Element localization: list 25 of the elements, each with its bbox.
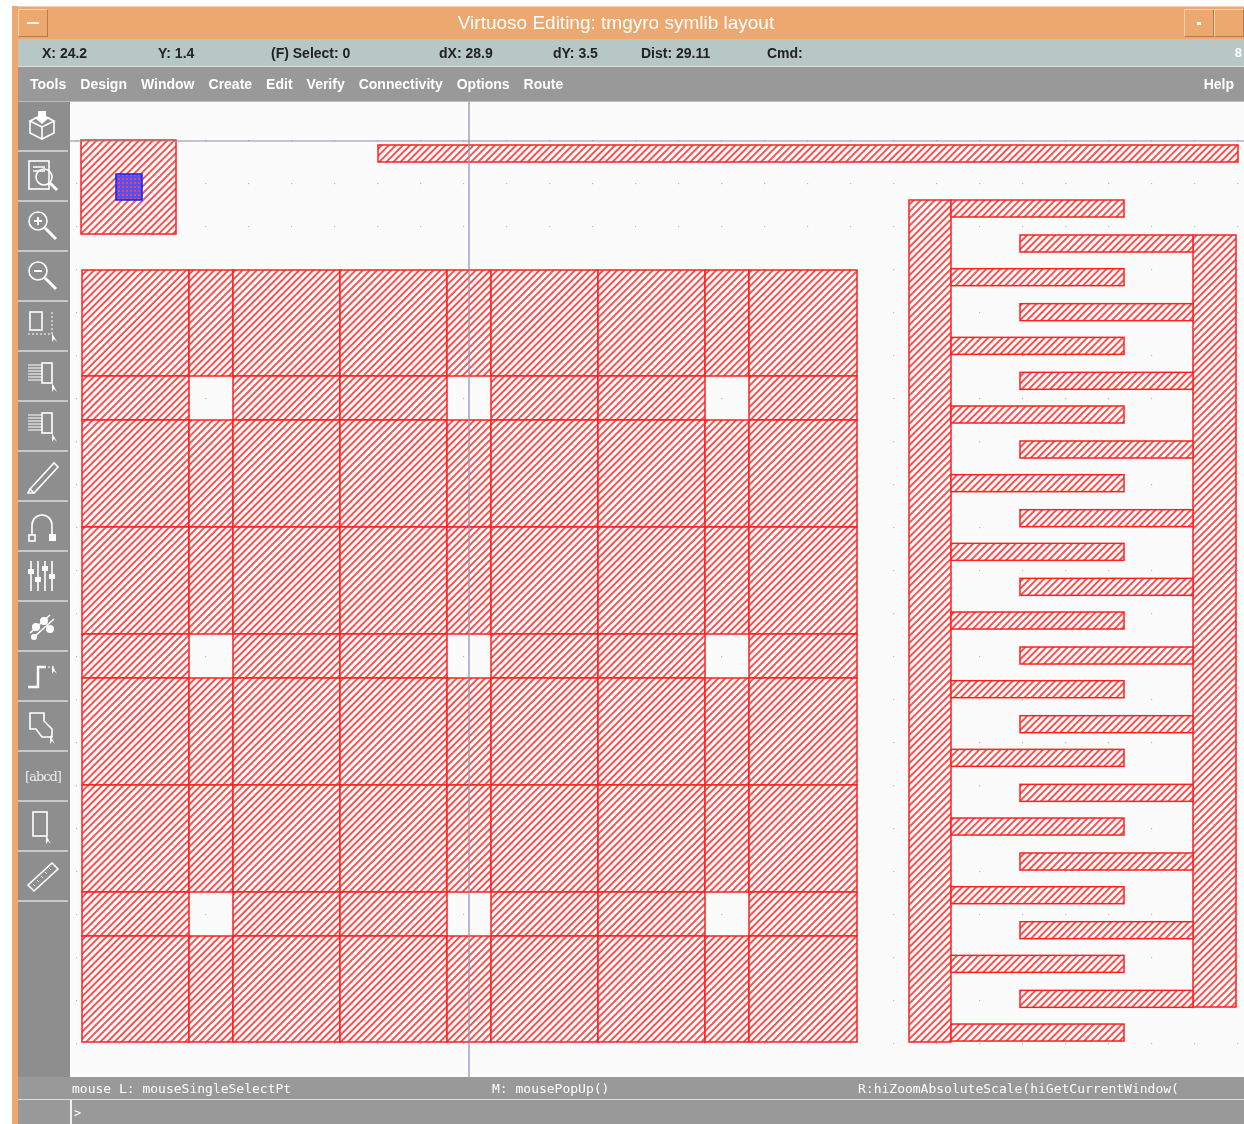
window-title: Virtuoso Editing: tmgyro symlib layout [456,12,776,34]
mouse-binding: mouse L: mouseSingleSelectPt [72,1080,293,1096]
coordinate-readout: dY: 3.5 [553,44,599,61]
minimize-button[interactable] [1184,9,1214,37]
coordinate-readout: (F) Select: 0 [271,44,352,61]
menu-item[interactable]: Window [141,76,195,92]
menu-item[interactable]: Route [523,76,564,92]
menu-item[interactable]: Edit [266,76,293,92]
menu-item[interactable]: Connectivity [358,76,443,92]
menu-item[interactable]: Design [80,76,127,92]
menu-item[interactable]: Options [456,76,510,92]
corner-label: 8 [1234,45,1243,60]
coordinate-readout: X: 24.2 [42,44,89,61]
coordinate-readout: Dist: 29.11 [641,44,712,61]
window-menu-button[interactable] [18,9,48,37]
coordinate-readout: Cmd: [767,44,804,61]
help-menu[interactable]: Help [1203,76,1244,92]
menu-item[interactable]: Create [208,76,253,92]
mouse-binding: M: mousePopUp() [492,1080,611,1096]
mouse-binding: R:hiZoomAbsoluteScale(hiGetCurrentWindow( [858,1080,1179,1096]
coordinate-readout: dX: 28.9 [439,44,494,61]
maximize-button[interactable] [1214,9,1244,37]
menu-item[interactable]: Verify [306,76,345,92]
menu-item[interactable]: Tools [30,76,67,92]
coordinate-readout: Y: 1.4 [158,44,196,61]
